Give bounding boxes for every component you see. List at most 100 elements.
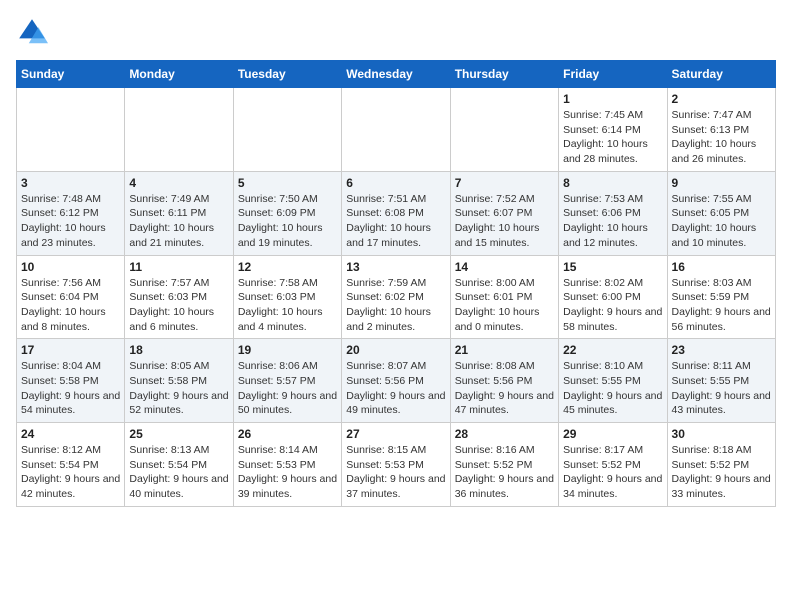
day-info: Sunrise: 7:53 AM Sunset: 6:06 PM Dayligh…	[563, 192, 662, 251]
calendar-day-cell: 11Sunrise: 7:57 AM Sunset: 6:03 PM Dayli…	[125, 255, 233, 339]
calendar-day-cell: 14 Sunrise: 8:00 AM Sunset: 6:01 PM Dayli…	[450, 255, 558, 339]
page-header	[16, 16, 776, 48]
day-number: 30	[672, 427, 771, 441]
logo-icon	[16, 16, 48, 48]
calendar-day-cell: 1Sunrise: 7:45 AM Sunset: 6:14 PM Daylig…	[559, 88, 667, 172]
day-number: 18	[129, 343, 228, 357]
weekday-header: Sunday	[17, 61, 125, 88]
weekday-header: Wednesday	[342, 61, 450, 88]
day-info: Sunrise: 8:08 AM Sunset: 5:56 PM Dayligh…	[455, 359, 554, 418]
day-number: 14	[455, 260, 554, 274]
day-number: 5	[238, 176, 337, 190]
day-info: Sunrise: 8:14 AM Sunset: 5:53 PM Dayligh…	[238, 443, 337, 502]
day-info: Sunrise: 8:05 AM Sunset: 5:58 PM Dayligh…	[129, 359, 228, 418]
calendar-week-row: 1Sunrise: 7:45 AM Sunset: 6:14 PM Daylig…	[17, 88, 776, 172]
day-info: Sunrise: 7:50 AM Sunset: 6:09 PM Dayligh…	[238, 192, 337, 251]
weekday-header: Thursday	[450, 61, 558, 88]
day-number: 15	[563, 260, 662, 274]
calendar-day-cell: 23 Sunrise: 8:11 AM Sunset: 5:55 PM Dayli…	[667, 339, 775, 423]
day-number: 20	[346, 343, 445, 357]
calendar-day-cell: 4 Sunrise: 7:49 AM Sunset: 6:11 PM Daylig…	[125, 171, 233, 255]
day-number: 16	[672, 260, 771, 274]
day-number: 19	[238, 343, 337, 357]
logo	[16, 16, 52, 48]
day-number: 2	[672, 92, 771, 106]
calendar-day-cell: 9Sunrise: 7:55 AM Sunset: 6:05 PM Daylig…	[667, 171, 775, 255]
weekday-header: Monday	[125, 61, 233, 88]
day-info: Sunrise: 7:45 AM Sunset: 6:14 PM Dayligh…	[563, 108, 662, 167]
day-info: Sunrise: 7:52 AM Sunset: 6:07 PM Dayligh…	[455, 192, 554, 251]
calendar-day-cell: 3 Sunrise: 7:48 AM Sunset: 6:12 PM Daylig…	[17, 171, 125, 255]
day-info: Sunrise: 8:12 AM Sunset: 5:54 PM Dayligh…	[21, 443, 120, 502]
day-number: 22	[563, 343, 662, 357]
day-info: Sunrise: 7:48 AM Sunset: 6:12 PM Dayligh…	[21, 192, 120, 251]
day-info: Sunrise: 8:00 AM Sunset: 6:01 PM Dayligh…	[455, 276, 554, 335]
calendar-day-cell: 24 Sunrise: 8:12 AM Sunset: 5:54 PM Dayli…	[17, 423, 125, 507]
day-number: 25	[129, 427, 228, 441]
calendar-day-cell: 12Sunrise: 7:58 AM Sunset: 6:03 PM Dayli…	[233, 255, 341, 339]
day-info: Sunrise: 8:02 AM Sunset: 6:00 PM Dayligh…	[563, 276, 662, 335]
weekday-header: Friday	[559, 61, 667, 88]
day-number: 7	[455, 176, 554, 190]
calendar-day-cell: 27 Sunrise: 8:15 AM Sunset: 5:53 PM Dayli…	[342, 423, 450, 507]
day-info: Sunrise: 8:06 AM Sunset: 5:57 PM Dayligh…	[238, 359, 337, 418]
calendar-day-cell: 22 Sunrise: 8:10 AM Sunset: 5:55 PM Dayli…	[559, 339, 667, 423]
day-number: 6	[346, 176, 445, 190]
day-number: 23	[672, 343, 771, 357]
calendar-header-row: SundayMondayTuesdayWednesdayThursdayFrid…	[17, 61, 776, 88]
calendar-day-cell: 18 Sunrise: 8:05 AM Sunset: 5:58 PM Dayli…	[125, 339, 233, 423]
day-number: 8	[563, 176, 662, 190]
day-info: Sunrise: 8:04 AM Sunset: 5:58 PM Dayligh…	[21, 359, 120, 418]
calendar-day-cell: 28 Sunrise: 8:16 AM Sunset: 5:52 PM Dayli…	[450, 423, 558, 507]
day-info: Sunrise: 8:16 AM Sunset: 5:52 PM Dayligh…	[455, 443, 554, 502]
day-number: 26	[238, 427, 337, 441]
day-number: 29	[563, 427, 662, 441]
calendar-day-cell	[233, 88, 341, 172]
calendar-day-cell: 25 Sunrise: 8:13 AM Sunset: 5:54 PM Dayli…	[125, 423, 233, 507]
day-number: 17	[21, 343, 120, 357]
calendar-day-cell: 10 Sunrise: 7:56 AM Sunset: 6:04 PM Dayli…	[17, 255, 125, 339]
calendar-day-cell: 20 Sunrise: 8:07 AM Sunset: 5:56 PM Dayli…	[342, 339, 450, 423]
calendar-day-cell: 15 Sunrise: 8:02 AM Sunset: 6:00 PM Dayli…	[559, 255, 667, 339]
calendar-day-cell: 13Sunrise: 7:59 AM Sunset: 6:02 PM Dayli…	[342, 255, 450, 339]
day-number: 21	[455, 343, 554, 357]
day-info: Sunrise: 8:11 AM Sunset: 5:55 PM Dayligh…	[672, 359, 771, 418]
calendar-week-row: 10 Sunrise: 7:56 AM Sunset: 6:04 PM Dayli…	[17, 255, 776, 339]
calendar-day-cell: 19 Sunrise: 8:06 AM Sunset: 5:57 PM Dayli…	[233, 339, 341, 423]
day-number: 11	[129, 260, 228, 274]
calendar-day-cell: 30 Sunrise: 8:18 AM Sunset: 5:52 PM Dayli…	[667, 423, 775, 507]
day-info: Sunrise: 8:10 AM Sunset: 5:55 PM Dayligh…	[563, 359, 662, 418]
calendar-day-cell: 5 Sunrise: 7:50 AM Sunset: 6:09 PM Daylig…	[233, 171, 341, 255]
calendar-day-cell: 2Sunrise: 7:47 AM Sunset: 6:13 PM Daylig…	[667, 88, 775, 172]
day-number: 4	[129, 176, 228, 190]
day-number: 10	[21, 260, 120, 274]
calendar-day-cell	[17, 88, 125, 172]
calendar-day-cell: 8 Sunrise: 7:53 AM Sunset: 6:06 PM Daylig…	[559, 171, 667, 255]
day-info: Sunrise: 7:56 AM Sunset: 6:04 PM Dayligh…	[21, 276, 120, 335]
calendar-day-cell: 16 Sunrise: 8:03 AM Sunset: 5:59 PM Dayli…	[667, 255, 775, 339]
day-info: Sunrise: 7:58 AM Sunset: 6:03 PM Dayligh…	[238, 276, 337, 335]
calendar-week-row: 17 Sunrise: 8:04 AM Sunset: 5:58 PM Dayli…	[17, 339, 776, 423]
calendar-day-cell	[342, 88, 450, 172]
calendar-day-cell: 29Sunrise: 8:17 AM Sunset: 5:52 PM Dayli…	[559, 423, 667, 507]
calendar-day-cell	[450, 88, 558, 172]
day-info: Sunrise: 8:18 AM Sunset: 5:52 PM Dayligh…	[672, 443, 771, 502]
day-info: Sunrise: 8:03 AM Sunset: 5:59 PM Dayligh…	[672, 276, 771, 335]
day-info: Sunrise: 8:07 AM Sunset: 5:56 PM Dayligh…	[346, 359, 445, 418]
weekday-header: Tuesday	[233, 61, 341, 88]
day-number: 24	[21, 427, 120, 441]
calendar-day-cell: 17 Sunrise: 8:04 AM Sunset: 5:58 PM Dayli…	[17, 339, 125, 423]
calendar-day-cell	[125, 88, 233, 172]
calendar-day-cell: 21 Sunrise: 8:08 AM Sunset: 5:56 PM Dayli…	[450, 339, 558, 423]
weekday-header: Saturday	[667, 61, 775, 88]
day-info: Sunrise: 7:49 AM Sunset: 6:11 PM Dayligh…	[129, 192, 228, 251]
calendar-day-cell: 6Sunrise: 7:51 AM Sunset: 6:08 PM Daylig…	[342, 171, 450, 255]
day-number: 9	[672, 176, 771, 190]
day-number: 3	[21, 176, 120, 190]
calendar-day-cell: 26 Sunrise: 8:14 AM Sunset: 5:53 PM Dayli…	[233, 423, 341, 507]
day-number: 27	[346, 427, 445, 441]
day-info: Sunrise: 8:13 AM Sunset: 5:54 PM Dayligh…	[129, 443, 228, 502]
calendar-week-row: 24 Sunrise: 8:12 AM Sunset: 5:54 PM Dayli…	[17, 423, 776, 507]
day-number: 28	[455, 427, 554, 441]
day-info: Sunrise: 8:15 AM Sunset: 5:53 PM Dayligh…	[346, 443, 445, 502]
